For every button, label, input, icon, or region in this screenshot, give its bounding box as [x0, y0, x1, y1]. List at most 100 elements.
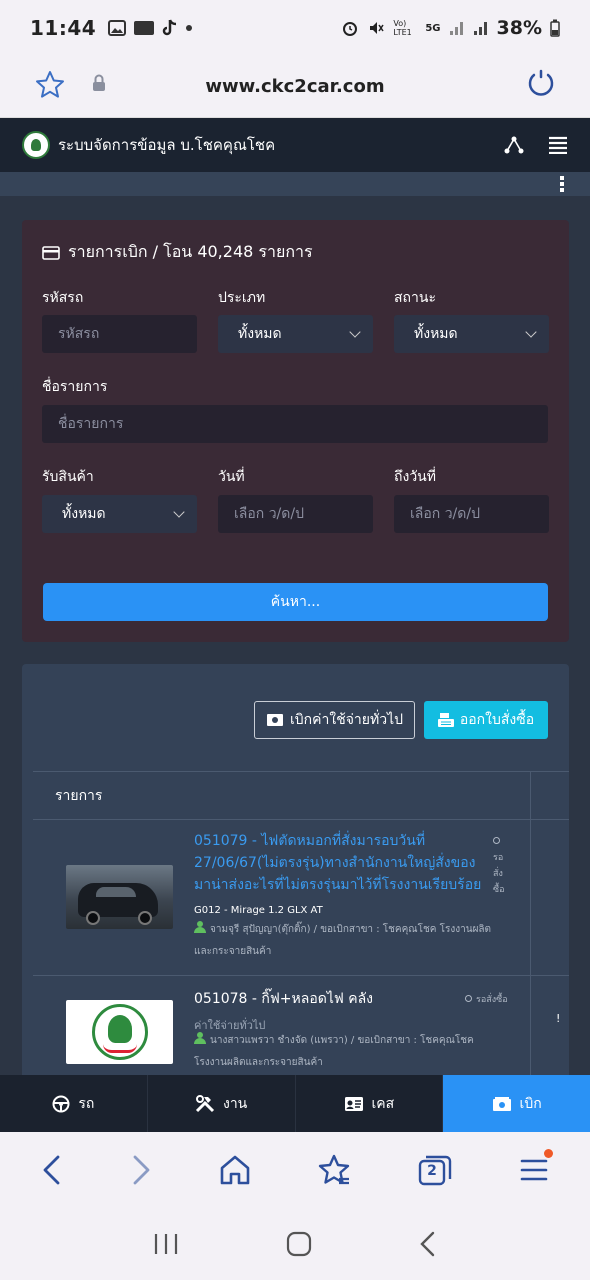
sub-toolbar: [0, 172, 590, 196]
status-bar: 11:44 Vo) LTE1 5G 38%: [0, 0, 590, 56]
car-code-label: รหัสรถ: [42, 290, 84, 306]
steering-wheel-icon: [52, 1095, 70, 1112]
table-row[interactable]: 051079 - ไฟตัดหมอกที่สั่งมารอบวันที่ 27/…: [33, 820, 569, 976]
network-label: 5G: [425, 22, 441, 34]
cash-register-icon: [437, 713, 454, 727]
android-nav-bar: [0, 1208, 590, 1280]
more-notifications-dot: [186, 25, 193, 31]
status-label: สถานะ: [394, 290, 436, 306]
back-button-icon[interactable]: [419, 1231, 437, 1257]
person-icon: [194, 1032, 206, 1044]
table-header-label: รายการ: [55, 787, 103, 804]
date-to-label: ถึงวันที่: [394, 469, 436, 485]
status-dot-icon: [465, 995, 472, 1002]
request-table: รายการ 051079 - ไฟตัดหมอกที่สั่งมารอบวัน…: [33, 771, 569, 1084]
row-meta: นางสาวแพรวา ชำงจัด (แพรวา) / ขอเบิกสาขา …: [194, 1030, 494, 1074]
date-from-input[interactable]: เลือก ว/ด/ป: [218, 495, 373, 533]
tab-count: 2: [427, 1163, 437, 1179]
status-select[interactable]: ทั้งหมด: [394, 315, 549, 353]
row-title[interactable]: 051078 - กิ๊ฟ+หลอดไฟ คลัง: [194, 988, 373, 1010]
table-row[interactable]: 051078 - กิ๊ฟ+หลอดไฟ คลัง ค่าใช้จ่ายทั่ว…: [33, 976, 569, 1084]
row-title-link[interactable]: 051079 - ไฟตัดหมอกที่สั่งมารอบวันที่ 27/…: [194, 830, 491, 896]
person-icon: [194, 921, 206, 933]
money-icon: [492, 1096, 511, 1111]
purchase-order-label: ออกใบสั่งซื้อ: [459, 712, 535, 728]
row-subtitle: G012 - Mirage 1.2 GLX AT: [194, 905, 323, 916]
reload-icon[interactable]: [526, 69, 556, 99]
menu-icon: [520, 1159, 547, 1181]
alarm-icon: [343, 22, 358, 36]
signal-icon: [449, 22, 463, 35]
battery-icon: [550, 19, 560, 37]
nav-work-label: งาน: [222, 1095, 248, 1112]
logo-emblem-icon: [91, 1004, 148, 1060]
tabs-button[interactable]: 2: [418, 1154, 452, 1186]
status-badge: รอสั่งซื้อ: [493, 834, 509, 898]
status-dot-icon: [493, 837, 500, 844]
date-to-input[interactable]: เลือก ว/ด/ป: [394, 495, 549, 533]
network-tree-icon[interactable]: [504, 136, 524, 154]
status-text: รอสั่งซื้อ: [476, 995, 508, 1005]
browser-toolbar: 2: [0, 1132, 590, 1208]
nav-car[interactable]: รถ: [0, 1075, 148, 1132]
money-icon: [267, 714, 283, 726]
app-title: ระบบจัดการข้อมูล บ.โชคคุณโชค: [58, 136, 276, 154]
forward-icon[interactable]: [130, 1154, 152, 1186]
volte-label: Vo) LTE1: [393, 19, 412, 37]
credit-card-icon: [42, 245, 60, 260]
back-icon[interactable]: [41, 1154, 63, 1186]
car-code-input[interactable]: รหัสรถ: [42, 315, 197, 353]
browser-menu-button[interactable]: [519, 1149, 553, 1185]
signal-icon-2: [473, 22, 487, 35]
filter-title-text: รายการเบิก / โอน 40,248 รายการ: [68, 242, 313, 261]
company-logo[interactable]: [22, 131, 50, 159]
nav-case-label: เคส: [371, 1095, 395, 1112]
update-dot: [543, 1149, 553, 1158]
nav-case[interactable]: เคส: [296, 1075, 444, 1132]
row-meta-text: นางสาวแพรวา ชำงจัด (แพรวา) / ขอเบิกสาขา …: [194, 1035, 474, 1068]
battery-percent: 38%: [496, 17, 542, 39]
filter-card: รายการเบิก / โอน 40,248 รายการ รหัสรถ รห…: [22, 220, 569, 642]
browser-url-bar: www.ckc2car.com: [0, 56, 590, 118]
tools-icon: [195, 1094, 215, 1112]
type-label: ประเภท: [218, 290, 266, 306]
receive-select[interactable]: ทั้งหมด: [42, 495, 197, 533]
app-notification-icon: [134, 21, 155, 35]
bookmarks-star-icon[interactable]: [317, 1154, 351, 1186]
date-from-label: วันที่: [218, 469, 245, 485]
filter-title: รายการเบิก / โอน 40,248 รายการ: [42, 240, 313, 265]
item-name-label: ชื่อรายการ: [42, 379, 108, 395]
status-text: รอสั่งซื้อ: [493, 853, 505, 895]
list-card: เบิกค่าใช้จ่ายทั่วไป ออกใบสั่งซื้อ รายกา…: [22, 664, 569, 1084]
recent-apps-icon[interactable]: [153, 1232, 179, 1256]
nav-car-label: รถ: [78, 1095, 95, 1112]
nav-withdraw[interactable]: เบิก: [443, 1075, 590, 1132]
app-header: ระบบจัดการข้อมูล บ.โชคคุณโชค: [0, 118, 590, 172]
general-expense-button[interactable]: เบิกค่าใช้จ่ายทั่วไป: [254, 701, 415, 739]
url-text[interactable]: www.ckc2car.com: [0, 76, 590, 97]
receive-label: รับสินค้า: [42, 469, 94, 485]
search-button[interactable]: ค้นหา...: [43, 583, 548, 621]
id-card-icon: [344, 1096, 363, 1111]
app-bottom-nav: รถ งาน เคส เบิก: [0, 1075, 590, 1132]
nav-work[interactable]: งาน: [148, 1075, 296, 1132]
car-thumbnail[interactable]: [66, 865, 173, 929]
home-button-icon[interactable]: [286, 1231, 312, 1257]
status-time: 11:44: [30, 16, 97, 40]
gallery-icon: [108, 20, 127, 36]
row-meta-text: จามจุรี สุปัญญา(ตุ๊กติ๊ก) / ขอเบิกสาขา :…: [194, 924, 492, 957]
row-edge-mark: !: [556, 1012, 561, 1025]
type-select[interactable]: ทั้งหมด: [218, 315, 373, 353]
purchase-order-button[interactable]: ออกใบสั่งซื้อ: [424, 701, 548, 739]
mute-icon: [370, 22, 384, 34]
hamburger-menu-icon[interactable]: [548, 136, 568, 154]
company-logo-thumbnail[interactable]: [66, 1000, 173, 1064]
home-icon[interactable]: [219, 1155, 251, 1185]
nav-withdraw-label: เบิก: [519, 1095, 542, 1112]
status-badge: รอสั่งซื้อ: [465, 992, 508, 1006]
row-meta: จามจุรี สุปัญญา(ตุ๊กติ๊ก) / ขอเบิกสาขา :…: [194, 919, 494, 963]
item-name-input[interactable]: ชื่อรายการ: [42, 405, 548, 443]
tiktok-icon: [162, 19, 177, 36]
kebab-menu-icon[interactable]: [560, 176, 564, 194]
general-expense-label: เบิกค่าใช้จ่ายทั่วไป: [290, 712, 403, 728]
